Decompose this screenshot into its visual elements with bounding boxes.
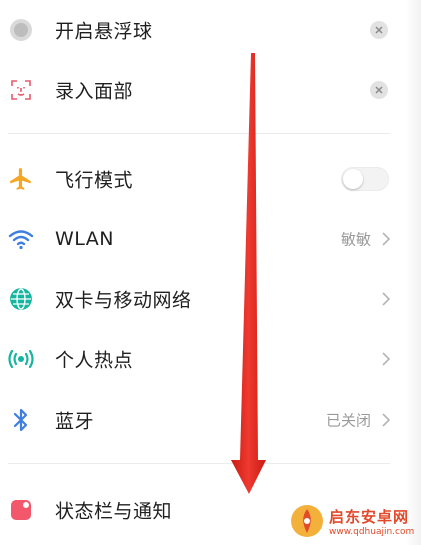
remove-button[interactable]	[370, 81, 388, 99]
settings-item-label: 录入面部	[55, 80, 134, 103]
chevron-right-icon	[382, 352, 391, 366]
section-divider	[8, 463, 390, 464]
settings-item-label: WLAN	[55, 228, 115, 250]
close-icon	[375, 86, 383, 94]
settings-item-label: 双卡与移动网络	[55, 289, 192, 312]
edge-shadow	[405, 0, 421, 545]
airplane-mode-toggle[interactable]	[341, 167, 389, 191]
settings-item-hotspot[interactable]: 个人热点	[0, 329, 421, 389]
watermark: 启东安卓网 www.qdhuajin.com	[289, 501, 417, 541]
close-icon	[375, 26, 383, 34]
bluetooth-status: 已关闭	[325, 411, 371, 430]
globe-network-icon	[8, 286, 34, 312]
airplane-icon	[8, 166, 34, 192]
site-logo-icon	[291, 505, 323, 537]
settings-item-label: 开启悬浮球	[55, 20, 153, 43]
settings-item-dual-sim[interactable]: 双卡与移动网络	[0, 269, 421, 329]
chevron-right-icon	[382, 413, 391, 427]
settings-item-bluetooth[interactable]: 蓝牙 已关闭	[0, 390, 421, 450]
settings-item-label: 个人热点	[55, 349, 134, 372]
section-divider	[8, 133, 390, 134]
settings-item-airplane-mode[interactable]: 飞行模式	[0, 149, 421, 209]
watermark-url: www.qdhuajin.com	[329, 526, 415, 537]
settings-item-face[interactable]: 录入面部	[0, 60, 421, 120]
settings-item-floating-ball[interactable]: 开启悬浮球	[0, 0, 421, 60]
settings-item-label: 飞行模式	[55, 169, 134, 192]
face-recognition-icon	[8, 77, 34, 103]
wifi-icon	[8, 226, 34, 252]
status-bar-icon	[8, 497, 34, 523]
chevron-right-icon	[382, 232, 391, 246]
floating-ball-icon	[8, 17, 34, 43]
settings-item-label: 蓝牙	[55, 410, 95, 433]
settings-item-label: 状态栏与通知	[55, 500, 173, 523]
watermark-title: 启东安卓网	[329, 507, 410, 526]
toggle-knob	[343, 169, 363, 189]
remove-button[interactable]	[370, 21, 388, 39]
chevron-right-icon	[382, 292, 391, 306]
hotspot-icon	[8, 346, 34, 372]
wlan-network-name: 敏敏	[340, 230, 371, 249]
bluetooth-icon	[8, 407, 34, 433]
settings-item-wlan[interactable]: WLAN 敏敏	[0, 209, 421, 269]
